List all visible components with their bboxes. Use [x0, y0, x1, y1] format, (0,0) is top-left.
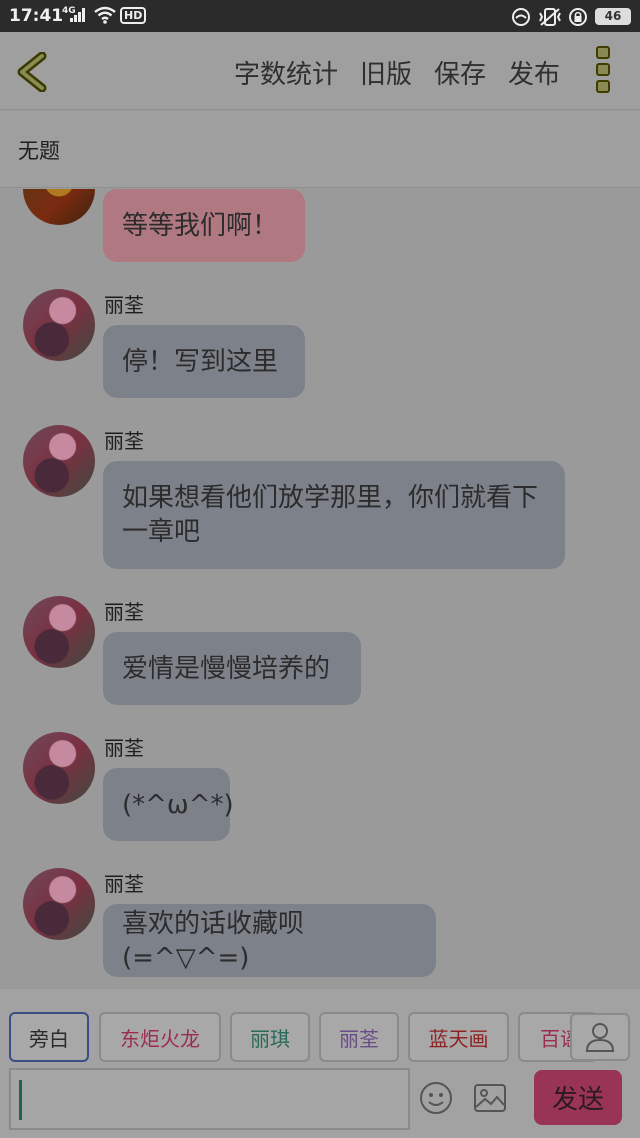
- message-bubble[interactable]: 爱情是慢慢培养的: [103, 632, 361, 705]
- message-input[interactable]: [9, 1068, 410, 1130]
- chat-area[interactable]: 等等我们啊！ 丽荃 停！写到这里 丽荃 如果想看他们放学那里，你们就看下一章吧 …: [0, 189, 640, 989]
- speaker-name: 丽荃: [104, 293, 144, 317]
- sync-icon: [512, 8, 530, 26]
- speaker-name: 丽荃: [104, 600, 144, 624]
- text-caret: [19, 1080, 22, 1120]
- speaker-name: 丽荃: [104, 736, 144, 760]
- image-icon[interactable]: [473, 1083, 507, 1113]
- word-count-button[interactable]: 字数统计: [234, 54, 338, 91]
- save-button[interactable]: 保存: [434, 54, 486, 91]
- more-dot: [596, 46, 610, 59]
- message-bubble[interactable]: 如果想看他们放学那里，你们就看下一章吧: [103, 461, 565, 569]
- person-icon: [585, 1023, 615, 1052]
- old-version-button[interactable]: 旧版: [360, 54, 412, 91]
- signal-icon: [70, 8, 85, 22]
- message-bubble[interactable]: 喜欢的话收藏呗(=^▽^=): [103, 904, 436, 977]
- avatar[interactable]: [23, 596, 95, 668]
- avatar[interactable]: [23, 189, 95, 225]
- story-title: 无题: [18, 139, 60, 163]
- more-icon[interactable]: [596, 46, 614, 98]
- character-chip[interactable]: 蓝天画: [408, 1012, 509, 1062]
- lock-rotation-icon: [569, 8, 587, 26]
- back-icon[interactable]: [14, 52, 50, 92]
- app-bar: 字数统计 旧版 保存 发布: [0, 32, 640, 110]
- character-chip[interactable]: 东炬火龙: [99, 1012, 221, 1062]
- message-bubble[interactable]: (*^ω^*): [103, 768, 234, 841]
- vibrate-icon: [539, 8, 561, 26]
- title-field[interactable]: 无题: [0, 111, 640, 188]
- character-selector: 旁白 东炬火龙 丽琪 丽荃 蓝天画 百谣: [0, 989, 640, 1065]
- character-manager-button[interactable]: [570, 1013, 630, 1061]
- send-button[interactable]: 发送: [534, 1070, 622, 1125]
- character-chip[interactable]: 丽荃: [319, 1012, 399, 1062]
- wifi-icon: [94, 6, 116, 24]
- character-chip-narrator[interactable]: 旁白: [9, 1012, 89, 1062]
- battery-indicator: 46: [595, 8, 631, 25]
- message-bubble[interactable]: 停！写到这里: [103, 325, 305, 398]
- avatar[interactable]: [23, 868, 95, 940]
- avatar[interactable]: [23, 289, 95, 361]
- status-time: 17:41: [9, 6, 64, 26]
- publish-button[interactable]: 发布: [508, 54, 560, 91]
- compose-bar: 发送: [0, 1065, 640, 1138]
- more-dot: [596, 63, 610, 76]
- speaker-name: 丽荃: [104, 429, 144, 453]
- avatar[interactable]: [23, 732, 95, 804]
- hd-indicator: HD: [120, 7, 147, 24]
- status-bar: 17:41 4G HD 46: [0, 0, 640, 32]
- message-bubble[interactable]: 等等我们啊！: [103, 189, 305, 262]
- character-chip[interactable]: 丽琪: [230, 1012, 310, 1062]
- emoji-icon[interactable]: [419, 1081, 453, 1115]
- more-dot: [596, 80, 610, 93]
- avatar[interactable]: [23, 425, 95, 497]
- speaker-name: 丽荃: [104, 872, 144, 896]
- toolbar-actions: 字数统计 旧版 保存 发布: [234, 54, 560, 91]
